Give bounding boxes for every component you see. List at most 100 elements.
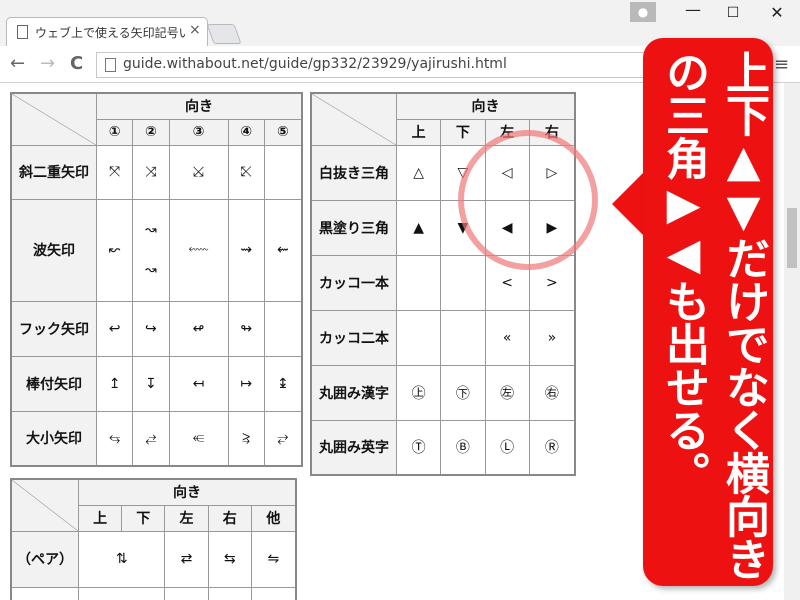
- arrow-symbol: ⬳: [168, 198, 229, 302]
- col-header: 他: [250, 504, 297, 532]
- triangle-symbol: △: [395, 144, 442, 201]
- arrow-symbol: ↨: [263, 355, 303, 412]
- arrow-table-1: 向き ① ② ③ ④ ⑤ 斜二重矢印 ⤧ ⤨ ⤩ ⤪ 波矢印 ↜ ↝ ↝ ⬳ ⇝…: [10, 92, 303, 467]
- row-label: 黒塗り三角: [310, 199, 397, 256]
- empty-cell: [250, 586, 297, 600]
- pair-arrow-symbol: ⇄: [164, 530, 209, 588]
- new-tab-button[interactable]: [206, 24, 242, 44]
- row-label: カッコ一本: [310, 254, 397, 311]
- pair-arrow-symbol: ⇅: [77, 530, 166, 588]
- arrow-symbol: ⤧: [95, 144, 134, 200]
- arrow-symbol: ⥸: [227, 410, 265, 467]
- arrow-symbol: ↬: [227, 300, 265, 357]
- col-header: ②: [132, 118, 170, 146]
- arrow-symbol: ⇝: [227, 198, 265, 302]
- col-header: ③: [168, 118, 229, 146]
- arrow-symbol: ⤪: [227, 144, 265, 200]
- col-header: 下: [121, 504, 166, 532]
- back-arrow-icon[interactable]: ←: [10, 53, 25, 74]
- arrow-symbol: ↪: [132, 300, 170, 357]
- pair-arrow-table: 向き 上 下 左 右 他 （ペア） ⇅ ⇄ ⇆ ⇋: [10, 478, 297, 600]
- arrow-symbol: ↦: [227, 355, 265, 412]
- browser-tab[interactable]: ウェブ上で使える矢印記号い ×: [6, 17, 208, 47]
- bracket-symbol: [395, 309, 442, 366]
- direction-header: 向き: [96, 92, 303, 120]
- circled-symbol: ㊦: [440, 364, 486, 421]
- bracket-symbol: [395, 254, 442, 311]
- row-label: カッコ二本: [310, 309, 397, 366]
- url-text[interactable]: guide.withabout.net/guide/gp332/23929/ya…: [123, 56, 507, 72]
- circled-symbol: Ⓡ: [528, 419, 576, 476]
- circled-symbol: Ⓑ: [440, 419, 486, 476]
- diagonal-header-cell: [10, 92, 97, 146]
- col-header: 右: [207, 504, 252, 532]
- row-label: 大小矢印: [10, 410, 97, 467]
- col-header: 下: [440, 118, 486, 146]
- forward-arrow-icon[interactable]: →: [40, 53, 55, 74]
- arrow-symbol: ↩: [95, 300, 134, 357]
- col-header: 上: [395, 118, 442, 146]
- arrow-symbol: [263, 144, 303, 200]
- row-label: 波矢印: [10, 198, 97, 302]
- triangle-symbol: ▲: [395, 199, 442, 256]
- circled-symbol: ㊤: [395, 364, 442, 421]
- circled-symbol: Ⓣ: [395, 419, 442, 476]
- page-icon: [105, 58, 116, 72]
- pair-arrow-symbol: ⇆: [207, 530, 252, 588]
- arrow-symbol: ⇜: [263, 198, 303, 302]
- row-label: 丸囲み漢字: [310, 364, 397, 421]
- arrow-symbol: [263, 300, 303, 357]
- direction-header: 向き: [78, 478, 297, 506]
- row-label: 丸囲み英字: [310, 419, 397, 476]
- row-label-empty: [10, 586, 79, 600]
- empty-cell: [77, 586, 166, 600]
- bracket-symbol: [440, 309, 486, 366]
- address-bar[interactable]: guide.withabout.net/guide/gp332/23929/ya…: [96, 52, 658, 78]
- col-header: ④: [227, 118, 265, 146]
- arrow-symbol: ↤: [168, 355, 229, 412]
- highlight-circle: [458, 130, 598, 270]
- scrollbar-thumb[interactable]: [787, 208, 797, 268]
- bracket-symbol: «: [484, 309, 530, 366]
- tab-title: ウェブ上で使える矢印記号い: [35, 26, 185, 40]
- document-icon: [17, 25, 28, 39]
- menu-icon[interactable]: ≡: [774, 54, 789, 75]
- arrow-symbol: ⥂: [263, 410, 303, 467]
- user-profile-icon[interactable]: ●: [630, 2, 656, 22]
- minimize-button[interactable]: —: [678, 0, 708, 22]
- pair-arrow-symbol: ⇋: [250, 530, 297, 588]
- empty-cell: [207, 586, 252, 600]
- arrow-symbol: ⥺: [168, 410, 229, 467]
- col-header: 左: [164, 504, 209, 532]
- arrow-symbol: ⤨: [132, 144, 170, 200]
- arrow-symbol: ⥄: [132, 410, 170, 467]
- diagonal-header-cell: [10, 478, 79, 532]
- row-label: 白抜き三角: [310, 144, 397, 201]
- arrow-symbol: ↥: [95, 355, 134, 412]
- col-header: ①: [95, 118, 134, 146]
- callout-pointer: [612, 170, 646, 238]
- callout-text: 上下▲▼だけでなく横向きの三角▶◀も出せる。: [658, 50, 769, 580]
- circled-symbol: ㊨: [528, 364, 576, 421]
- arrow-symbol: ↫: [168, 300, 229, 357]
- row-label: （ペア）: [10, 530, 79, 588]
- col-header: 上: [77, 504, 123, 532]
- vertical-scrollbar[interactable]: [784, 83, 800, 600]
- col-header: ⑤: [263, 118, 303, 146]
- bracket-symbol: »: [528, 309, 576, 366]
- arrow-symbol: ↝ ↝: [132, 198, 170, 302]
- bracket-symbol: [440, 254, 486, 311]
- row-label: フック矢印: [10, 300, 97, 357]
- maximize-button[interactable]: ☐: [718, 0, 748, 22]
- arrow-symbol: ⤩: [168, 144, 229, 200]
- circled-symbol: Ⓛ: [484, 419, 530, 476]
- empty-cell: [164, 586, 209, 600]
- reload-icon[interactable]: C: [70, 53, 83, 74]
- arrow-symbol: ↧: [132, 355, 170, 412]
- circled-symbol: ㊧: [484, 364, 530, 421]
- close-window-button[interactable]: ✕: [760, 0, 794, 22]
- arrow-symbol: ↜: [95, 198, 134, 302]
- tab-close-icon[interactable]: ×: [189, 22, 201, 38]
- direction-header: 向き: [396, 92, 576, 120]
- diagonal-header-cell: [310, 92, 397, 146]
